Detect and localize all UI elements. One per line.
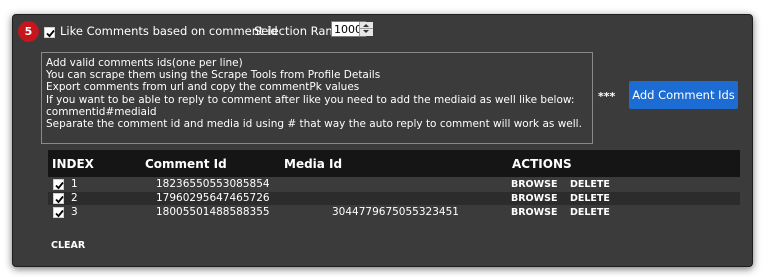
row-comment-id: 18236550553085854 [156, 178, 270, 190]
header-index: INDEX [52, 157, 94, 171]
delete-link[interactable]: DELETE [570, 206, 610, 219]
checkmark-icon [55, 209, 64, 218]
clear-button[interactable]: CLEAR [51, 240, 85, 251]
table-header: INDEX Comment Id Media Id ACTIONS [48, 150, 740, 177]
row-index: 3 [71, 206, 78, 218]
checkmark-icon [46, 29, 55, 38]
row-checkbox[interactable] [53, 179, 64, 190]
header-actions: ACTIONS [512, 157, 572, 171]
header-media-id: Media Id [284, 157, 343, 171]
row-checkbox[interactable] [53, 207, 64, 218]
instruction-line: commentid#mediaid [46, 105, 157, 118]
delete-link[interactable]: DELETE [570, 192, 610, 205]
instruction-line: If you want to be able to reply to comme… [46, 93, 575, 106]
selection-rank-spinner[interactable] [359, 22, 373, 36]
table-row: 1 18236550553085854 BROWSE DELETE [48, 178, 740, 191]
masked-indicator: *** [598, 90, 616, 103]
selection-rank-label: Selection Rank [254, 24, 340, 38]
browse-link[interactable]: BROWSE [511, 206, 557, 219]
step-badge: 5 [18, 21, 39, 42]
header-comment-id: Comment Id [145, 157, 227, 171]
browse-link[interactable]: BROWSE [511, 178, 557, 191]
instruction-line: You can scrape them using the Scrape Too… [46, 69, 381, 82]
table-row: 3 18005501488588355 3044779675055323451 … [48, 206, 740, 219]
row-checkbox[interactable] [53, 193, 64, 204]
instruction-line: Add valid comments ids(one per line) [46, 57, 243, 69]
browse-link[interactable]: BROWSE [511, 192, 557, 205]
add-comment-ids-button[interactable]: Add Comment Ids [629, 81, 738, 109]
like-comments-label: Like Comments based on comment id [60, 24, 278, 38]
row-comment-id: 17960295647465726 [156, 192, 270, 204]
like-comments-checkbox[interactable] [44, 27, 55, 38]
spin-down-icon[interactable] [360, 29, 373, 36]
delete-link[interactable]: DELETE [570, 178, 610, 191]
row-media-id: 3044779675055323451 [332, 206, 459, 218]
row-index: 2 [71, 192, 78, 204]
comment-ids-textarea[interactable]: Add valid comments ids(one per line) You… [41, 52, 593, 144]
checkmark-icon [55, 181, 64, 190]
row-index: 1 [71, 178, 78, 190]
instruction-line: Separate the comment id and media id usi… [46, 118, 582, 131]
spin-up-icon[interactable] [360, 22, 373, 29]
checkmark-icon [55, 195, 64, 204]
table-row: 2 17960295647465726 BROWSE DELETE [48, 192, 740, 205]
row-comment-id: 18005501488588355 [156, 206, 270, 218]
instruction-line: Export comments from url and copy the co… [46, 81, 360, 94]
